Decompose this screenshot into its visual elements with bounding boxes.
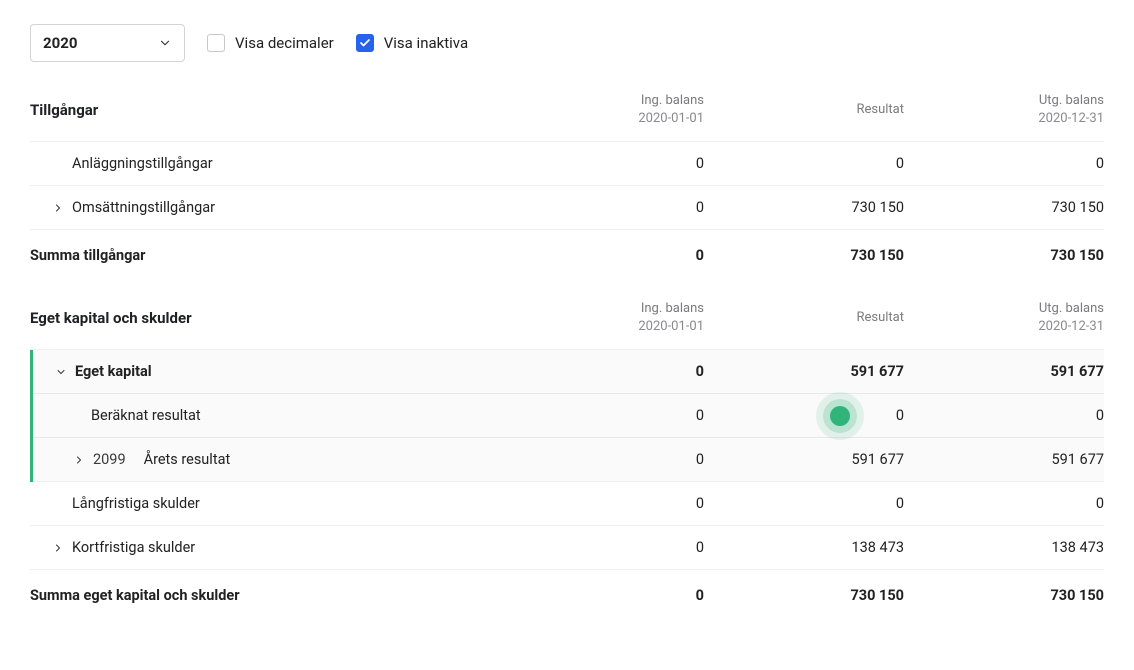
row-label: Eget kapital — [33, 350, 534, 393]
cell-result: 591 677 — [704, 451, 904, 468]
cell-result: 0 — [704, 407, 904, 424]
col-header-closing: Utg. balans 2020-12-31 — [904, 300, 1104, 335]
row-long-term[interactable]: Långfristiga skulder 0 0 0 — [30, 482, 1104, 526]
cell-opening: 0 — [534, 247, 704, 264]
cell-result: 730 150 — [704, 247, 904, 264]
row-label: Anläggningstillgångar — [30, 142, 534, 185]
col-header-result: Resultat — [704, 309, 904, 327]
cell-closing: 730 150 — [904, 247, 1104, 264]
cell-opening: 0 — [534, 539, 704, 556]
section-equity-head: Eget kapital och skulder Ing. balans 202… — [30, 300, 1104, 350]
row-label: Kortfristiga skulder — [30, 526, 534, 569]
col-header-opening: Ing. balans 2020-01-01 — [534, 300, 704, 335]
row-label: Omsättningstillgångar — [30, 186, 534, 229]
row-label: 2099 Årets resultat — [33, 438, 534, 481]
row-label: Beräknat resultat — [33, 394, 534, 437]
chevron-down-icon — [51, 366, 71, 378]
cell-opening: 0 — [534, 587, 704, 604]
row-eget-kapital[interactable]: Eget kapital 0 591 677 591 677 — [33, 350, 1104, 394]
cell-result: 730 150 — [704, 199, 904, 216]
check-icon — [359, 37, 371, 49]
cell-closing: 138 473 — [904, 539, 1104, 556]
year-select-value: 2020 — [43, 34, 77, 52]
group-eget-kapital: Eget kapital 0 591 677 591 677 Beräknat … — [30, 350, 1104, 482]
row-equity-total: Summa eget kapital och skulder 0 730 150… — [30, 570, 1104, 614]
row-beraknat-resultat[interactable]: Beräknat resultat 0 0 0 — [33, 394, 1104, 438]
cell-result: 0 — [704, 155, 904, 172]
focus-indicator — [816, 392, 864, 440]
row-label: Summa eget kapital och skulder — [30, 576, 534, 614]
cell-closing: 0 — [904, 407, 1104, 424]
cell-closing: 0 — [904, 495, 1104, 512]
checkbox-inactive[interactable]: Visa inaktiva — [356, 34, 468, 52]
section-assets-title: Tillgångar — [30, 101, 534, 119]
chevron-right-icon — [69, 454, 89, 466]
row-label: Långfristiga skulder — [30, 482, 534, 525]
section-assets-head: Tillgångar Ing. balans 2020-01-01 Result… — [30, 92, 1104, 142]
chevron-right-icon — [48, 202, 68, 214]
year-select[interactable]: 2020 — [30, 24, 185, 62]
checkbox-decimals[interactable]: Visa decimaler — [207, 34, 334, 52]
row-arets-resultat[interactable]: 2099 Årets resultat 0 591 677 591 677 — [33, 438, 1104, 482]
cell-closing: 591 677 — [904, 363, 1104, 380]
checkbox-decimals-label: Visa decimaler — [235, 34, 334, 52]
col-header-closing: Utg. balans 2020-12-31 — [904, 92, 1104, 127]
cell-result: 0 — [704, 495, 904, 512]
col-header-opening: Ing. balans 2020-01-01 — [534, 92, 704, 127]
cell-closing: 730 150 — [904, 587, 1104, 604]
account-code: 2099 — [93, 451, 126, 468]
checkbox-inactive-label: Visa inaktiva — [384, 34, 468, 52]
row-short-term[interactable]: Kortfristiga skulder 0 138 473 138 473 — [30, 526, 1104, 570]
col-header-result: Resultat — [704, 101, 904, 119]
checkbox-decimals-box — [207, 34, 225, 52]
cell-opening: 0 — [534, 451, 704, 468]
checkbox-inactive-box — [356, 34, 374, 52]
row-assets-total: Summa tillgångar 0 730 150 730 150 — [30, 230, 1104, 274]
cell-closing: 730 150 — [904, 199, 1104, 216]
cell-opening: 0 — [534, 155, 704, 172]
section-assets: Tillgångar Ing. balans 2020-01-01 Result… — [30, 92, 1104, 274]
cell-opening: 0 — [534, 199, 704, 216]
row-label: Summa tillgångar — [30, 236, 534, 274]
row-current-assets[interactable]: Omsättningstillgångar 0 730 150 730 150 — [30, 186, 1104, 230]
cell-result: 138 473 — [704, 539, 904, 556]
cell-opening: 0 — [534, 495, 704, 512]
cell-opening: 0 — [534, 363, 704, 380]
toolbar: 2020 Visa decimaler Visa inaktiva — [30, 24, 1104, 62]
section-equity-title: Eget kapital och skulder — [30, 309, 534, 327]
chevron-right-icon — [48, 542, 68, 554]
cell-closing: 591 677 — [904, 451, 1104, 468]
row-fixed-assets[interactable]: Anläggningstillgångar 0 0 0 — [30, 142, 1104, 186]
balance-report: 2020 Visa decimaler Visa inaktiva Tillgå… — [0, 0, 1134, 670]
cell-result: 730 150 — [704, 587, 904, 604]
cell-result: 591 677 — [704, 363, 904, 380]
cell-opening: 0 — [534, 407, 704, 424]
section-equity: Eget kapital och skulder Ing. balans 202… — [30, 300, 1104, 614]
chevron-down-icon — [158, 36, 172, 50]
cell-closing: 0 — [904, 155, 1104, 172]
